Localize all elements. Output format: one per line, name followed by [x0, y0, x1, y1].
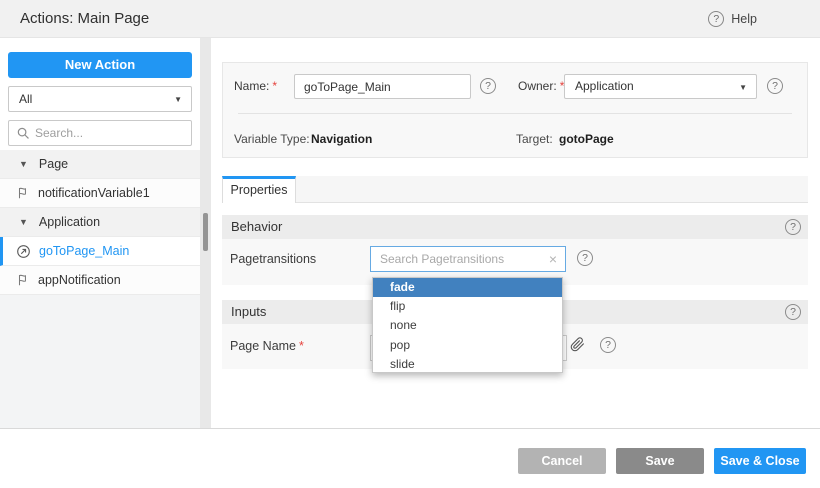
- actions-dialog: Actions: Main Page ? Help New Action All…: [0, 0, 820, 488]
- help-button[interactable]: ? Help: [708, 0, 757, 38]
- name-label: Name:*: [234, 74, 277, 98]
- main-content: Name:* ? Owner:* Application ▼ ? Variabl…: [211, 38, 820, 428]
- page-title: Actions: Main Page: [20, 0, 149, 38]
- tab-strip: Properties: [222, 176, 808, 203]
- pagetransitions-help-icon[interactable]: ?: [577, 250, 593, 266]
- pagetransitions-label: Pagetransitions: [230, 246, 316, 272]
- save-and-close-button[interactable]: Save & Close: [714, 448, 806, 474]
- required-asterisk: *: [299, 339, 304, 353]
- caret-down-icon: ▼: [19, 217, 28, 227]
- sidebar-search: [8, 120, 192, 146]
- action-tree: ▼ Page notificationVariable1 ▼ Applicati…: [0, 150, 200, 295]
- tree-item-notificationvariable1[interactable]: notificationVariable1: [0, 179, 200, 208]
- tree-item-label: appNotification: [38, 273, 121, 287]
- chevron-down-icon: ▼: [739, 83, 747, 92]
- variable-type-label: Variable Type:: [234, 127, 310, 151]
- tree-group-application[interactable]: ▼ Application: [0, 208, 200, 237]
- clear-icon[interactable]: ×: [541, 247, 565, 271]
- pagetransitions-dropdown: fade flip none pop slide: [372, 277, 563, 373]
- pagetransitions-combobox: ×: [370, 246, 566, 272]
- target-value: gotoPage: [559, 127, 614, 151]
- panel-divider: [238, 113, 792, 114]
- help-label: Help: [731, 12, 757, 26]
- vertical-scrollbar-thumb[interactable]: [203, 213, 208, 251]
- search-input[interactable]: [9, 121, 191, 145]
- filter-select-value: All: [19, 87, 32, 111]
- tree-item-gotopage-main[interactable]: goToPage_Main: [0, 237, 200, 266]
- sidebar: New Action All ▼ ▼ Page notificationVari…: [0, 38, 200, 428]
- link-icon[interactable]: [570, 337, 585, 352]
- dropdown-option-pop[interactable]: pop: [373, 336, 562, 355]
- header-bar: Actions: Main Page ? Help: [0, 0, 820, 38]
- owner-select-value: Application: [575, 75, 634, 98]
- owner-label: Owner:*: [518, 74, 564, 98]
- pagetransitions-search-input[interactable]: [371, 252, 541, 266]
- inputs-section-title: Inputs: [231, 300, 266, 324]
- inputs-help-icon[interactable]: ?: [785, 304, 801, 320]
- save-button[interactable]: Save: [616, 448, 704, 474]
- dropdown-option-slide[interactable]: slide: [373, 355, 562, 374]
- tree-group-label: Page: [39, 157, 68, 171]
- action-summary-panel: Name:* ? Owner:* Application ▼ ? Variabl…: [222, 62, 808, 158]
- navigation-icon: [16, 244, 31, 259]
- new-action-button[interactable]: New Action: [8, 52, 192, 78]
- tree-item-appnotification[interactable]: appNotification: [0, 266, 200, 295]
- tree-item-label: goToPage_Main: [39, 244, 129, 258]
- page-name-label: Page Name*: [230, 333, 304, 359]
- owner-select[interactable]: Application ▼: [564, 74, 757, 99]
- cancel-button[interactable]: Cancel: [518, 448, 606, 474]
- owner-help-icon[interactable]: ?: [767, 78, 783, 94]
- target-label: Target:: [516, 127, 553, 151]
- help-icon: ?: [708, 11, 724, 27]
- filter-select[interactable]: All ▼: [8, 86, 192, 112]
- behavior-help-icon[interactable]: ?: [785, 219, 801, 235]
- footer-divider: [0, 428, 820, 429]
- page-name-help-icon[interactable]: ?: [600, 337, 616, 353]
- behavior-section-title: Behavior: [231, 215, 282, 239]
- name-help-icon[interactable]: ?: [480, 78, 496, 94]
- name-input[interactable]: [294, 74, 471, 99]
- sidebar-filler: [0, 295, 200, 428]
- behavior-section-header: Behavior ?: [222, 215, 808, 239]
- dropdown-option-none[interactable]: none: [373, 316, 562, 335]
- caret-down-icon: ▼: [19, 159, 28, 169]
- variable-type-value: Navigation: [311, 127, 372, 151]
- dropdown-option-flip[interactable]: flip: [373, 297, 562, 316]
- dropdown-option-fade[interactable]: fade: [373, 278, 562, 297]
- tab-properties[interactable]: Properties: [222, 176, 296, 203]
- tree-group-label: Application: [39, 215, 100, 229]
- required-asterisk: *: [272, 79, 277, 93]
- notification-flag-icon: [16, 186, 30, 200]
- vertical-scrollbar-track[interactable]: [200, 38, 211, 428]
- chevron-down-icon: ▼: [174, 95, 182, 104]
- notification-flag-icon: [16, 273, 30, 287]
- tree-group-page[interactable]: ▼ Page: [0, 150, 200, 179]
- tree-item-label: notificationVariable1: [38, 186, 150, 200]
